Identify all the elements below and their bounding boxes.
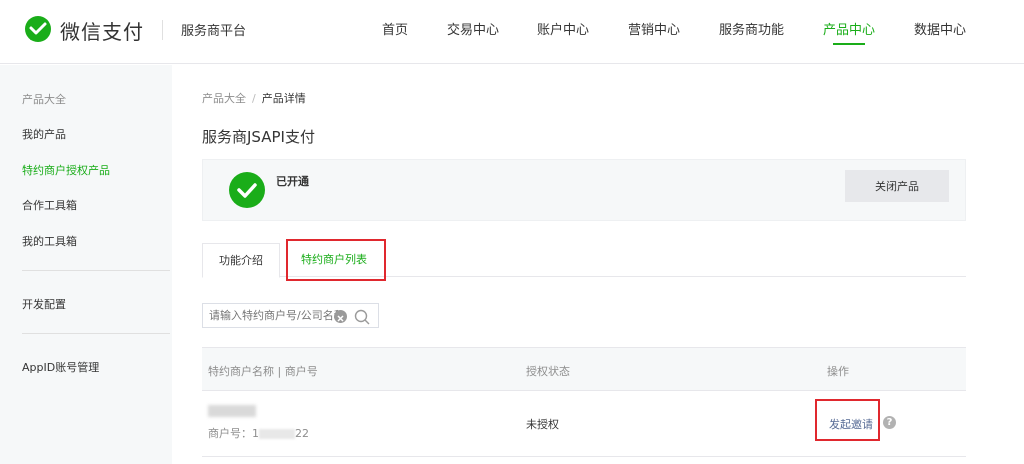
- column-header-actions: 操作: [827, 365, 849, 378]
- main-content: 产品大全 / 产品详情 服务商JSAPI支付 已开通 关闭产品 功能介绍 特约商户列…: [172, 65, 1024, 464]
- nav-home[interactable]: 首页: [382, 19, 408, 38]
- breadcrumb-current: 产品详情: [261, 92, 306, 105]
- merchant-id-suffix: 22: [295, 427, 309, 440]
- sidebar: 产品大全 我的产品 特约商户授权产品 合作工具箱 我的工具箱 开发配置 AppI…: [0, 65, 172, 464]
- tab-feature-intro[interactable]: 功能介绍: [202, 243, 280, 278]
- nav-marketing[interactable]: 营销中心: [628, 19, 680, 38]
- auth-status-value: 未授权: [526, 418, 559, 431]
- sidebar-item-my-products[interactable]: 我的产品: [22, 126, 66, 142]
- sidebar-item-dev-config[interactable]: 开发配置: [22, 296, 66, 312]
- sidebar-item-merchant-authorized-products[interactable]: 特约商户授权产品: [22, 162, 110, 178]
- clear-icon[interactable]: [334, 310, 347, 323]
- merchant-id-redaction: [259, 429, 295, 439]
- status-badge: 已开通: [276, 175, 309, 188]
- tab-bar: 功能介绍 特约商户列表: [202, 243, 966, 278]
- nav-service-functions[interactable]: 服务商功能: [719, 19, 784, 38]
- search-icon[interactable]: [353, 308, 371, 326]
- table-header: 特约商户名称 | 商户号 授权状态 操作: [202, 347, 966, 391]
- top-bar: 微信支付 服务商平台 首页 交易中心 账户中心 营销中心 服务商功能 产品中心 …: [0, 0, 1024, 64]
- breadcrumb: 产品大全 / 产品详情: [202, 90, 306, 106]
- main-nav: 首页 交易中心 账户中心 营销中心 服务商功能 产品中心 数据中心: [0, 19, 1024, 64]
- question-help-icon[interactable]: ?: [883, 416, 896, 429]
- page-title: 服务商JSAPI支付: [202, 128, 315, 146]
- nav-transactions[interactable]: 交易中心: [447, 19, 499, 38]
- column-header-auth-status: 授权状态: [526, 365, 570, 378]
- merchant-id-prefix: 商户号：1: [208, 427, 259, 440]
- sidebar-section-label: 产品大全: [22, 93, 66, 106]
- sidebar-item-my-toolbox[interactable]: 我的工具箱: [22, 233, 77, 249]
- nav-active-indicator: [833, 43, 865, 45]
- column-header-merchant: 特约商户名称 | 商户号: [208, 365, 318, 378]
- sidebar-item-partner-toolbox[interactable]: 合作工具箱: [22, 197, 77, 213]
- product-status-panel: 已开通 关闭产品: [202, 159, 966, 221]
- breadcrumb-link-products[interactable]: 产品大全: [202, 92, 246, 105]
- sidebar-divider: [22, 270, 170, 271]
- send-invite-link[interactable]: 发起邀请: [829, 416, 873, 432]
- sidebar-item-appid-management[interactable]: AppID账号管理: [22, 359, 99, 375]
- merchant-search-box: [202, 303, 379, 328]
- close-product-button[interactable]: 关闭产品: [845, 170, 949, 202]
- merchant-id: 商户号：1 22: [208, 425, 309, 441]
- merchant-name-redacted: [208, 405, 256, 417]
- nav-products[interactable]: 产品中心: [823, 19, 875, 38]
- table-row: 商户号：1 22 未授权 发起邀请 ?: [202, 391, 966, 457]
- tab-merchant-list[interactable]: 特约商户列表: [286, 243, 382, 278]
- sidebar-divider: [22, 333, 170, 334]
- check-circle-icon: [229, 172, 265, 208]
- search-input[interactable]: [209, 309, 339, 322]
- breadcrumb-separator: /: [252, 92, 256, 105]
- nav-account[interactable]: 账户中心: [537, 19, 589, 38]
- nav-data[interactable]: 数据中心: [914, 19, 966, 38]
- merchant-table: 特约商户名称 | 商户号 授权状态 操作 商户号：1 22 未授权 发起邀请 ?: [202, 347, 966, 464]
